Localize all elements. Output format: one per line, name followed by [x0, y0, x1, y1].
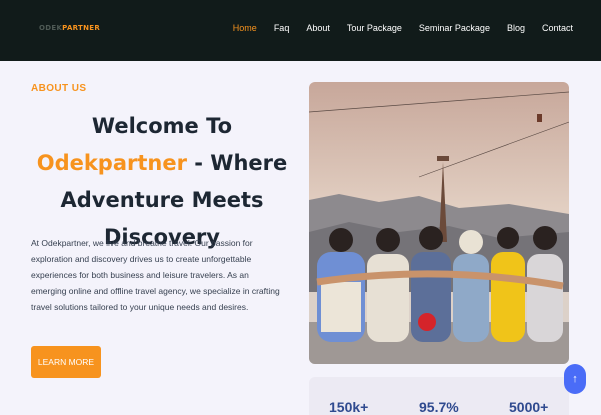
travelers-photo-illustration	[309, 82, 569, 364]
about-paragraph: At Odekpartner, we live and breathe trav…	[31, 238, 280, 312]
nav-seminar-package[interactable]: Seminar Package	[419, 23, 490, 33]
travelers-photo	[309, 82, 569, 364]
arrow-up-icon: ↑	[572, 373, 578, 385]
nav-blog[interactable]: Blog	[507, 23, 525, 33]
logo-part-1: ODEK	[39, 24, 63, 32]
stat-trips: 5000+	[509, 399, 549, 415]
site-logo[interactable]: ODEKPARTNER	[39, 24, 100, 32]
scroll-to-top-button[interactable]: ↑	[564, 364, 586, 394]
nav-about[interactable]: About	[306, 23, 330, 33]
main-nav: Home Faq About Tour Package Seminar Pack…	[233, 23, 573, 33]
about-label: ABOUT US	[31, 83, 87, 94]
about-heading: Welcome To Odekpartner - Where Adventure…	[28, 108, 296, 256]
logo-part-2: PARTNER	[62, 24, 101, 32]
nav-tour-package[interactable]: Tour Package	[347, 23, 402, 33]
learn-more-button[interactable]: LEARN MORE	[31, 346, 101, 378]
nav-contact[interactable]: Contact	[542, 23, 573, 33]
stat-satisfaction: 95.7%	[419, 399, 459, 415]
stat-travelers: 150k+	[329, 399, 369, 415]
nav-faq[interactable]: Faq	[274, 23, 290, 33]
navbar: ODEKPARTNER Home Faq About Tour Package …	[0, 0, 601, 61]
nav-home[interactable]: Home	[233, 23, 257, 33]
stats-bar: 150k+ 95.7% 5000+	[309, 377, 569, 415]
heading-pre: Welcome To	[91, 114, 233, 138]
heading-brand: Odekpartner	[36, 151, 187, 175]
